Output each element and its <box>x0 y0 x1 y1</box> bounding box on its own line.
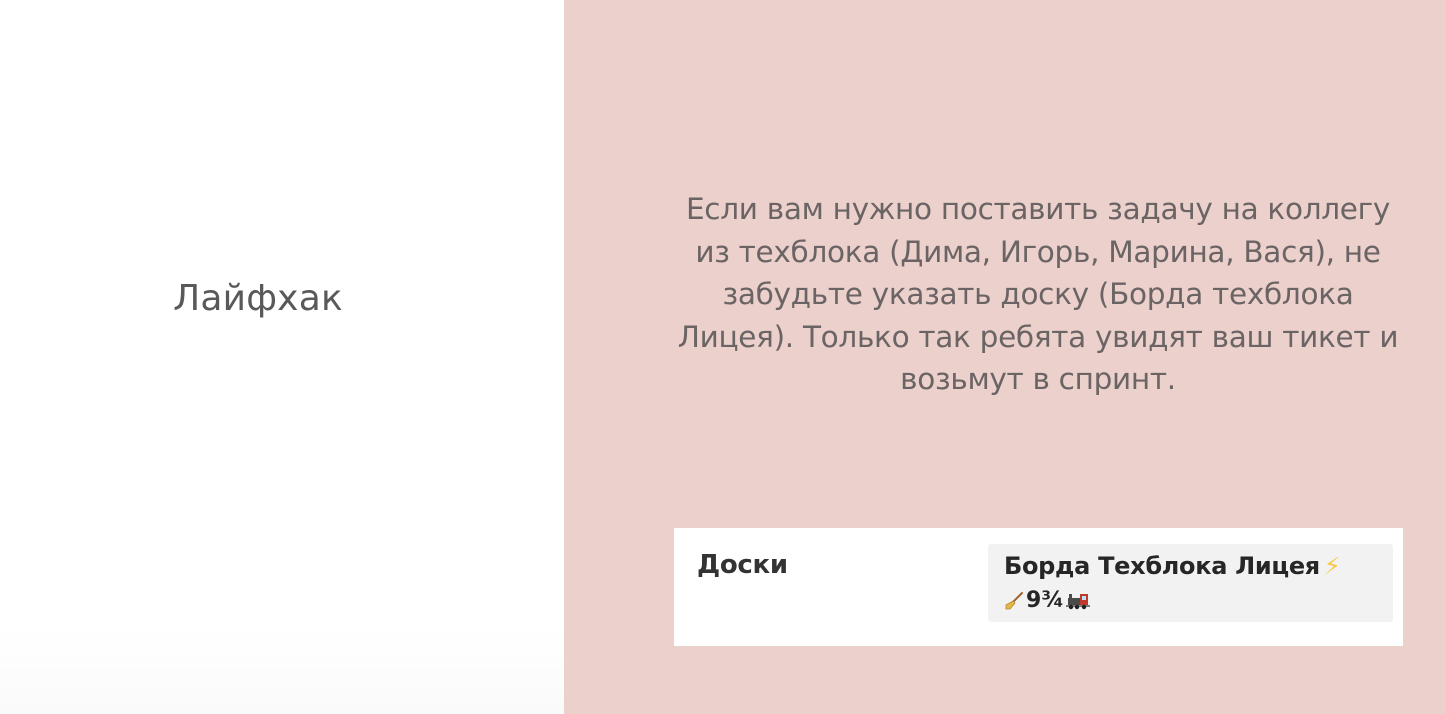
board-field-card: Доски Борда Техблока Лицея ⚡ 9¾ <box>674 528 1403 646</box>
board-value-line2: 9¾ <box>1004 588 1091 613</box>
left-panel: Лайфхак <box>0 0 564 714</box>
body-text: Если вам нужно поставить задачу на колле… <box>677 192 1399 396</box>
board-value-line1: Борда Техблока Лицея ⚡ <box>1004 552 1341 580</box>
board-field-value[interactable]: Борда Техблока Лицея ⚡ 9¾ <box>988 544 1393 622</box>
slide-title: Лайфхак <box>173 278 343 319</box>
slide: Лайфхак Если вам нужно поставить задачу … <box>0 0 1446 714</box>
right-panel: Если вам нужно поставить задачу на колле… <box>564 0 1446 714</box>
board-value-text: Борда Техблока Лицея <box>1004 552 1320 580</box>
board-field-label: Доски <box>697 550 788 580</box>
lightning-icon: ⚡ <box>1323 552 1341 580</box>
platform-number: 9¾ <box>1026 588 1065 613</box>
train-icon <box>1066 593 1091 609</box>
broom-icon <box>1005 591 1023 609</box>
